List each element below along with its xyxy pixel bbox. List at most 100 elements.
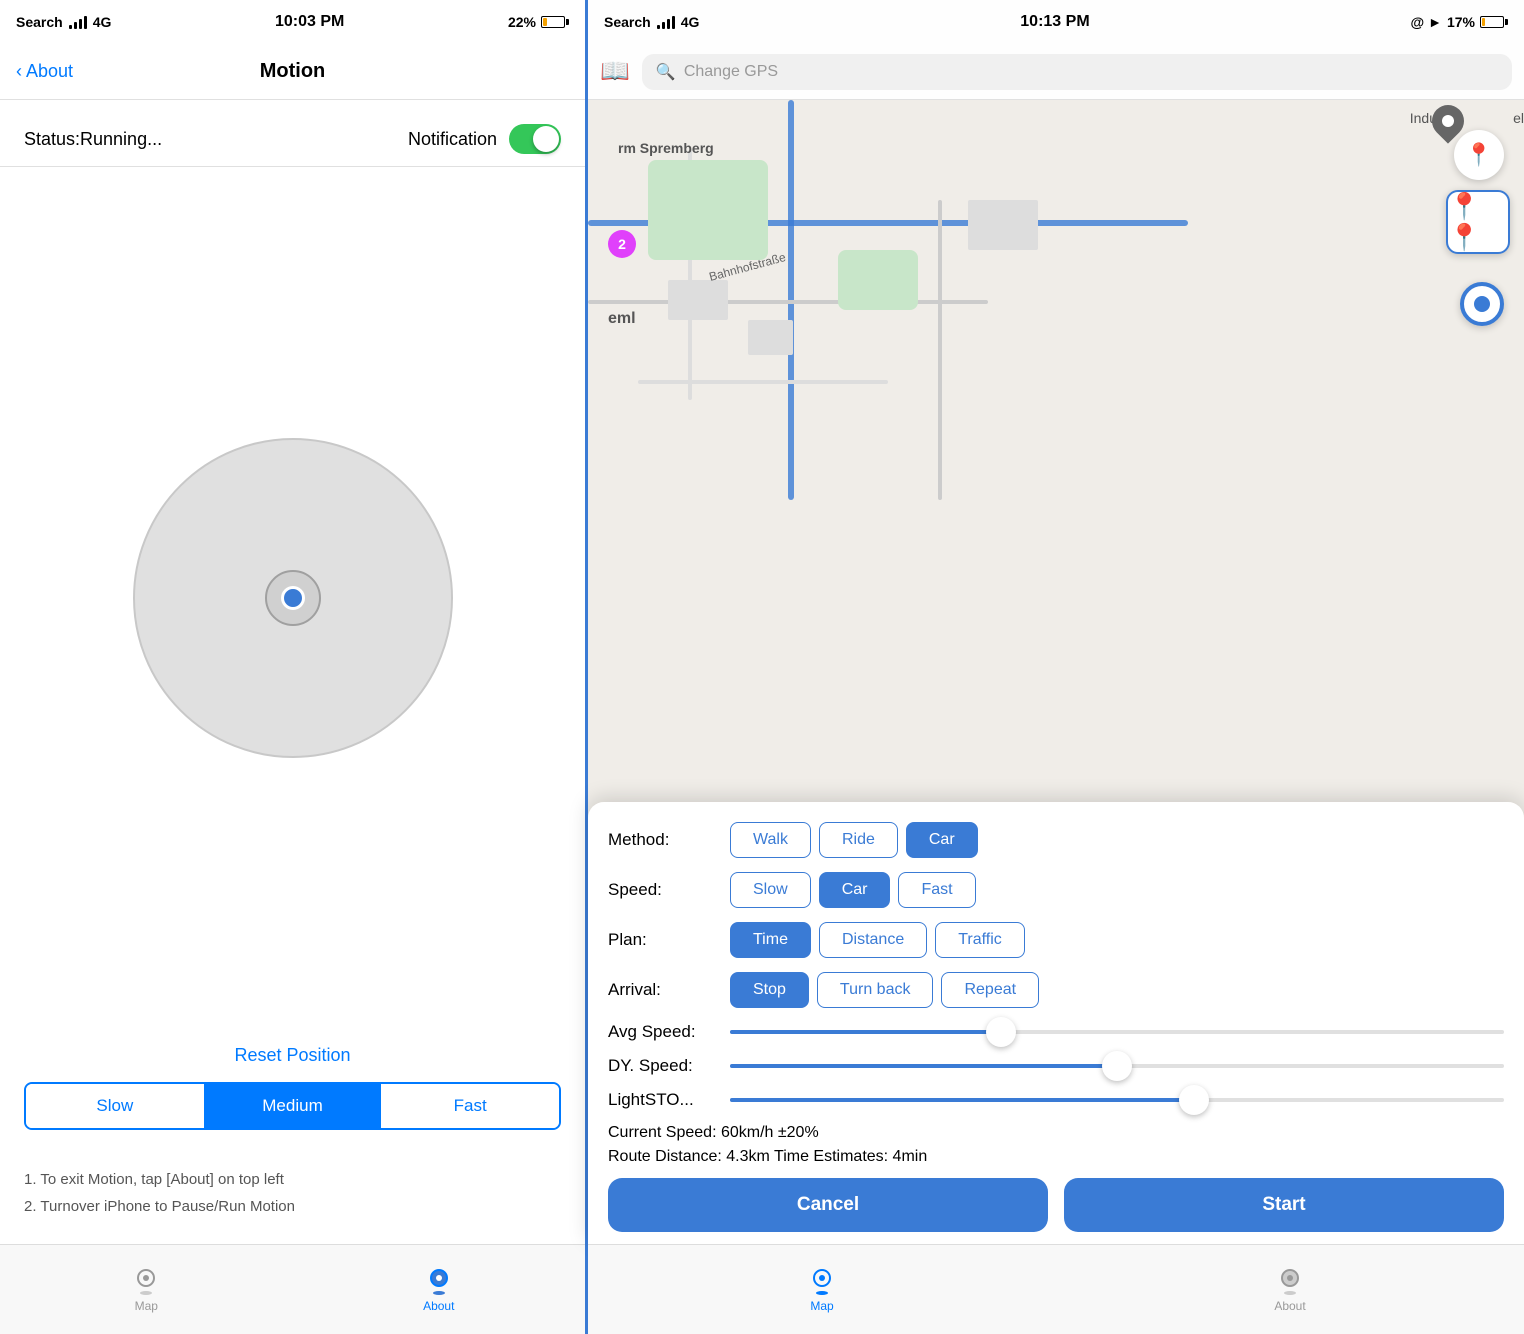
- avg-speed-track[interactable]: [730, 1030, 1504, 1034]
- battery-percent-right: 17%: [1447, 14, 1475, 30]
- method-ride[interactable]: Ride: [819, 822, 898, 858]
- current-location-dot: [1474, 296, 1490, 312]
- speed-row: Speed: Slow Car Fast: [608, 872, 1504, 908]
- dy-speed-row: DY. Speed:: [608, 1056, 1504, 1076]
- method-car[interactable]: Car: [906, 822, 978, 858]
- dy-speed-fill: [730, 1064, 1117, 1068]
- map-label-el: el: [1513, 110, 1524, 126]
- action-buttons: Cancel Start: [608, 1178, 1504, 1232]
- method-row: Method: Walk Ride Car: [608, 822, 1504, 858]
- dy-speed-track[interactable]: [730, 1064, 1504, 1068]
- building-2: [748, 320, 793, 355]
- battery-right: @ ► 17%: [1411, 14, 1508, 30]
- avg-speed-fill: [730, 1030, 1001, 1034]
- arrival-turnback[interactable]: Turn back: [817, 972, 934, 1008]
- speed-fast-right[interactable]: Fast: [898, 872, 975, 908]
- avg-speed-row: Avg Speed:: [608, 1022, 1504, 1042]
- about-icon-left: [425, 1267, 453, 1295]
- reset-position-button[interactable]: Reset Position: [0, 1029, 585, 1082]
- notification-row: Notification: [408, 124, 561, 154]
- map-label-eml: eml: [608, 310, 636, 328]
- joystick-outer[interactable]: [133, 438, 453, 758]
- notification-toggle[interactable]: [509, 124, 561, 154]
- plan-options: Time Distance Traffic: [730, 922, 1025, 958]
- carrier-right: Search 4G: [604, 14, 699, 30]
- map-road-6: [638, 380, 888, 384]
- route-distance-info: Route Distance: 4.3km Time Estimates: 4m…: [608, 1148, 1504, 1166]
- battery-left: 22%: [508, 14, 569, 30]
- speed-slow-left[interactable]: Slow: [26, 1084, 204, 1128]
- start-button[interactable]: Start: [1064, 1178, 1504, 1232]
- current-location-btn[interactable]: [1460, 282, 1504, 326]
- speed-slow-right[interactable]: Slow: [730, 872, 811, 908]
- cancel-button[interactable]: Cancel: [608, 1178, 1048, 1232]
- tab-about-label-right: About: [1274, 1299, 1305, 1313]
- bar2: [74, 22, 77, 29]
- route-button[interactable]: 📍📍: [1446, 190, 1510, 254]
- content-area-left: Status:Running... Notification Reset Pos…: [0, 100, 585, 1244]
- search-placeholder: Change GPS: [684, 63, 778, 81]
- toggle-thumb: [533, 126, 559, 152]
- back-button[interactable]: ‹ About: [16, 61, 73, 82]
- plan-traffic[interactable]: Traffic: [935, 922, 1025, 958]
- plan-label: Plan:: [608, 930, 718, 950]
- bar1: [69, 25, 72, 29]
- signal-bars-right: [657, 15, 675, 29]
- control-panel: Method: Walk Ride Car Speed: Slow Car Fa…: [588, 802, 1524, 1244]
- speed-selector-left: Slow Medium Fast: [24, 1082, 561, 1130]
- signal-type-right: 4G: [681, 14, 700, 30]
- tab-map-right[interactable]: Map: [588, 1267, 1056, 1313]
- arrival-options: Stop Turn back Repeat: [730, 972, 1039, 1008]
- arrival-row: Arrival: Stop Turn back Repeat: [608, 972, 1504, 1008]
- lightsto-track[interactable]: [730, 1098, 1504, 1102]
- badge-2: 2: [608, 230, 636, 258]
- arrival-stop[interactable]: Stop: [730, 972, 809, 1008]
- search-bar: 📖 🔍 Change GPS: [588, 44, 1524, 100]
- current-speed-info: Current Speed: 60km/h ±20%: [608, 1124, 1504, 1142]
- joystick-inner[interactable]: [265, 570, 321, 626]
- tab-about-label-left: About: [423, 1299, 454, 1313]
- notification-label: Notification: [408, 129, 497, 150]
- back-chevron-icon: ‹: [16, 61, 22, 82]
- battery-icon-right: [1480, 16, 1508, 28]
- instructions: 1. To exit Motion, tap [About] on top le…: [0, 1150, 585, 1244]
- green-area-2: [838, 250, 918, 310]
- lightsto-row: LightSTO...: [608, 1090, 1504, 1110]
- tab-about-right[interactable]: About: [1056, 1267, 1524, 1313]
- bar3: [79, 19, 82, 29]
- speed-options: Slow Car Fast: [730, 872, 976, 908]
- speed-car-right[interactable]: Car: [819, 872, 891, 908]
- nav-bar-left: ‹ About Motion: [0, 44, 585, 100]
- plan-distance[interactable]: Distance: [819, 922, 927, 958]
- status-text: Status:Running...: [24, 129, 162, 150]
- bottom-tabs-left: Map About: [0, 1244, 585, 1334]
- speed-label: Speed:: [608, 880, 718, 900]
- map-label-spremberg: rm Spremberg: [618, 140, 714, 156]
- signal-bars-left: [69, 15, 87, 29]
- tab-map-left[interactable]: Map: [0, 1267, 293, 1313]
- speed-medium-left[interactable]: Medium: [204, 1084, 382, 1128]
- green-area-1: [648, 160, 768, 260]
- plan-time[interactable]: Time: [730, 922, 811, 958]
- search-input-container[interactable]: 🔍 Change GPS: [642, 54, 1512, 90]
- avg-speed-label: Avg Speed:: [608, 1022, 718, 1042]
- status-bar-left: Search 4G 10:03 PM 22%: [0, 0, 585, 44]
- destination-marker-btn[interactable]: 📍: [1454, 130, 1504, 180]
- arrival-repeat[interactable]: Repeat: [941, 972, 1039, 1008]
- lightsto-thumb[interactable]: [1179, 1085, 1209, 1115]
- dy-speed-thumb[interactable]: [1102, 1051, 1132, 1081]
- tab-about-left[interactable]: About: [293, 1267, 586, 1313]
- method-walk[interactable]: Walk: [730, 822, 811, 858]
- carrier-text-right: Search: [604, 14, 651, 30]
- method-options: Walk Ride Car: [730, 822, 978, 858]
- carrier-text-left: Search: [16, 14, 63, 30]
- map-icon-right: [808, 1267, 836, 1295]
- book-icon[interactable]: 📖: [600, 57, 630, 86]
- avg-speed-thumb[interactable]: [986, 1017, 1016, 1047]
- battery-icons-right: @ ►: [1411, 14, 1442, 30]
- right-panel: Search 4G 10:13 PM @ ► 17% 📖 🔍 Change GP…: [588, 0, 1524, 1334]
- status-row: Status:Running... Notification: [0, 100, 585, 167]
- battery-icon-left: [541, 16, 569, 28]
- speed-fast-left[interactable]: Fast: [381, 1084, 559, 1128]
- about-icon-right: [1276, 1267, 1304, 1295]
